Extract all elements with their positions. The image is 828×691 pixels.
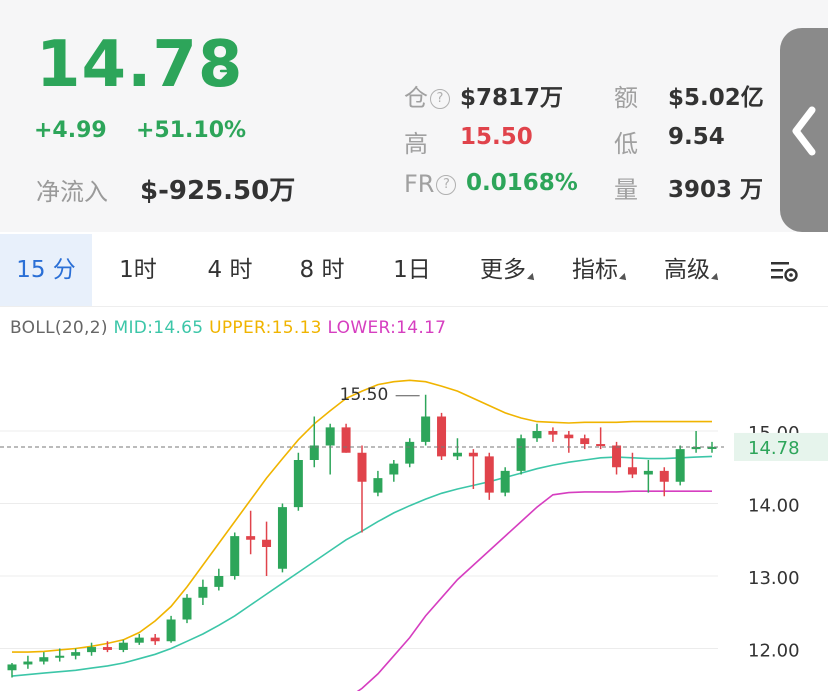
position-value: $7817万	[460, 85, 564, 111]
interval-tabs: 15 分 1时 4 时 8 时 1日 更多 指标 高级	[0, 234, 828, 307]
candle-body	[23, 661, 33, 665]
chart-settings-button[interactable]	[756, 234, 812, 306]
boll-lower: LOWER:14.17	[327, 318, 447, 338]
candle-body	[564, 434, 574, 439]
candle-body	[357, 452, 367, 482]
candle-body	[198, 586, 208, 598]
price-change-percent: +51.10%	[136, 118, 247, 143]
high-annotation: 15.50	[340, 385, 389, 405]
volume-value: 3903 万	[668, 177, 764, 203]
candle-body	[548, 431, 558, 435]
position-label[interactable]: 仓?	[404, 78, 450, 113]
tab-4h[interactable]: 4 时	[184, 234, 276, 306]
candle-body	[134, 637, 144, 643]
candle-body	[675, 449, 685, 482]
candle-body	[102, 647, 112, 650]
price-change: +4.99	[34, 118, 107, 143]
boll-legend: BOLL(20,2) MID:14.65 UPPER:15.13 LOWER:1…	[10, 318, 446, 338]
boll-name: BOLL(20,2)	[10, 318, 108, 338]
dropdown-icon	[711, 273, 721, 283]
high-label: 高	[404, 130, 428, 158]
high-value: 15.50	[460, 124, 533, 150]
boll-mid: MID:14.65	[113, 318, 204, 338]
quote-header: 14.78 +4.99 +51.10% 净流入 $-925.50万 仓? $78…	[0, 0, 828, 232]
candle-body	[500, 470, 510, 493]
candle-body	[39, 657, 49, 662]
collapse-panel-button[interactable]	[780, 28, 828, 232]
funding-rate-value: 0.0168%	[466, 170, 578, 196]
candle-body	[71, 652, 81, 656]
candle-body	[596, 444, 606, 447]
candle-body	[277, 507, 287, 569]
candle-body	[55, 655, 65, 658]
candle-body	[627, 467, 637, 475]
candle-body	[468, 452, 478, 457]
low-label: 低	[614, 130, 638, 158]
candle-body	[325, 427, 335, 446]
y-tick-label: 13.00	[748, 568, 800, 589]
candle-body	[643, 470, 653, 475]
funding-rate-label[interactable]: FR?	[404, 170, 457, 198]
candle-body	[659, 470, 669, 482]
tab-1d[interactable]: 1日	[368, 234, 456, 306]
candle-body	[437, 416, 447, 457]
candle-body	[214, 576, 224, 587]
volume-label: 量	[614, 176, 638, 204]
candle-body	[532, 431, 542, 439]
candle-body	[389, 463, 399, 475]
candle-body	[341, 427, 351, 453]
amount-label: 额	[614, 84, 638, 112]
low-value: 9.54	[668, 124, 725, 150]
candle-body	[373, 478, 383, 493]
help-icon[interactable]: ?	[436, 175, 457, 195]
candle-body	[262, 539, 272, 547]
candle-body	[293, 460, 303, 508]
current-price-label: 14.78	[748, 438, 800, 459]
candle-body	[87, 647, 97, 653]
candle-body	[7, 664, 17, 671]
candlestick-chart[interactable]: 15.0014.0013.0012.0014.7815.50	[0, 340, 828, 691]
chevron-left-icon	[792, 106, 816, 156]
candle-body	[421, 416, 431, 442]
y-tick-label: 12.00	[748, 641, 800, 662]
tab-8h[interactable]: 8 时	[276, 234, 368, 306]
candle-body	[516, 438, 526, 471]
candle-body	[405, 441, 415, 464]
candle-body	[452, 452, 462, 457]
tab-15m[interactable]: 15 分	[0, 234, 92, 306]
tab-indicators[interactable]: 指标	[554, 234, 646, 306]
candle-body	[612, 445, 622, 468]
candle-body	[150, 637, 160, 642]
candle-body	[309, 445, 319, 460]
candle-body	[246, 536, 256, 540]
help-icon[interactable]: ?	[430, 89, 450, 109]
up-arrow-icon	[215, 69, 233, 87]
net-inflow-label: 净流入	[36, 178, 108, 206]
candle-body	[580, 438, 590, 445]
boll-upper: UPPER:15.13	[209, 318, 322, 338]
net-inflow-value: $-925.50万	[140, 176, 296, 206]
settings-icon	[771, 261, 798, 282]
candle-body	[166, 619, 176, 642]
tab-more[interactable]: 更多	[462, 234, 554, 306]
tab-advanced[interactable]: 高级	[646, 234, 738, 306]
y-tick-label: 14.00	[748, 496, 800, 517]
candle-body	[182, 597, 192, 620]
dropdown-icon	[619, 273, 629, 283]
amount-value: $5.02亿	[668, 85, 764, 111]
tab-1h[interactable]: 1时	[92, 234, 184, 306]
last-price: 14.78	[36, 28, 244, 102]
dropdown-icon	[527, 273, 537, 283]
candle-body	[118, 642, 128, 650]
candle-body	[484, 456, 494, 493]
candle-body	[230, 536, 240, 576]
